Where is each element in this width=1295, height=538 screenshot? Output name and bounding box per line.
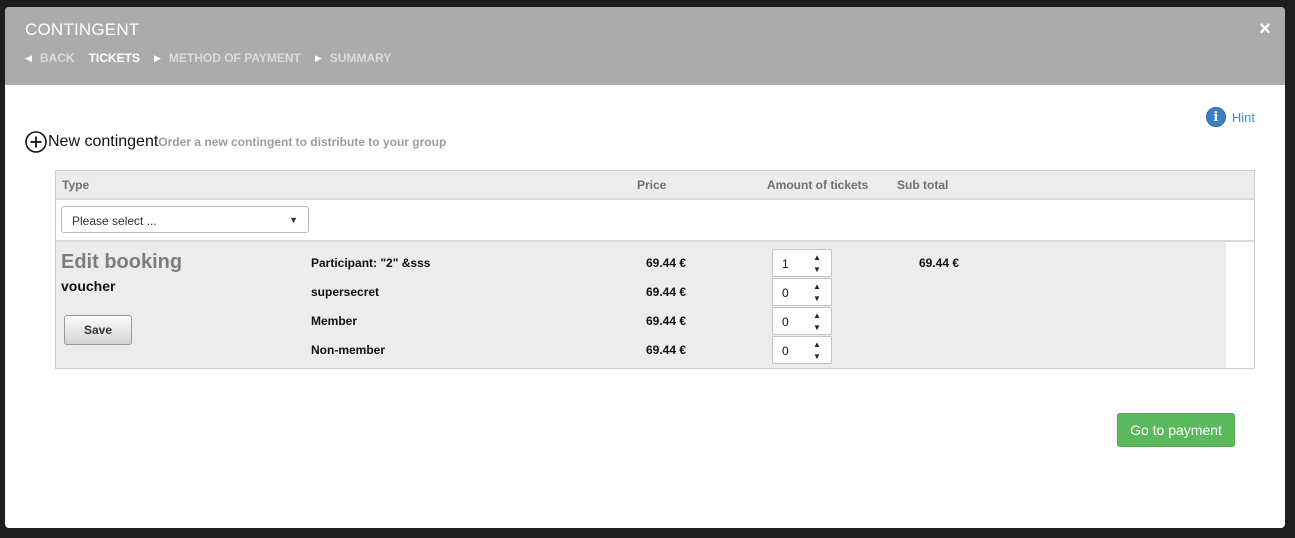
ticket-price: 69.44 € [646,285,687,299]
quantity-stepper[interactable]: 0 ▲ ▼ [772,307,832,335]
ticket-name: Non-member [311,343,386,357]
tickets-table: Type Price Amount of tickets Sub total P… [55,170,1255,369]
ticket-row: supersecret 69.44 € 0 ▲ ▼ [56,277,1226,306]
info-icon: i [1205,107,1226,127]
breadcrumb: ◀ BACK TICKETS ▶ METHOD OF PAYMENT ▶ SUM… [25,51,405,65]
new-contingent-title[interactable]: New contingent [48,133,158,151]
ticket-price: 69.44 € [646,343,687,357]
column-subtotal: Sub total [897,178,949,192]
table-header: Type Price Amount of tickets Sub total [56,171,1254,200]
type-select-value: Please select ... [72,214,157,228]
increment-icon[interactable]: ▲ [813,282,821,292]
stepper-arrows: ▲ ▼ [805,280,831,304]
plus-circle-icon[interactable] [25,131,47,153]
quantity-stepper[interactable]: 0 ▲ ▼ [772,336,832,364]
modal-title: CONTINGENT [25,20,140,39]
quantity-value[interactable]: 0 [782,344,789,358]
ticket-name: Participant: "2" &sss [311,256,431,270]
decrement-icon[interactable]: ▼ [813,265,821,275]
quantity-value[interactable]: 0 [782,315,789,329]
quantity-stepper[interactable]: 0 ▲ ▼ [772,278,832,306]
chevron-right-icon: ▶ [153,52,161,63]
hint-link[interactable]: i Hint [1205,107,1255,127]
close-icon[interactable]: × [1255,19,1275,39]
type-select[interactable]: Please select ... ▼ [61,206,309,233]
column-price: Price [637,178,667,192]
hint-label: Hint [1231,109,1255,125]
modal-header: CONTINGENT × ◀ BACK TICKETS ▶ METHOD OF … [5,7,1285,85]
ticket-row: Member 69.44 € 0 ▲ ▼ [56,306,1226,335]
chevron-right-icon: ▶ [314,52,322,63]
column-type: Type [62,178,90,192]
breadcrumb-method-of-payment[interactable]: METHOD OF PAYMENT [169,51,301,65]
edit-booking-area: Edit booking voucher Save Participant: "… [56,242,1226,368]
ticket-subtotal: 69.44 € [919,256,960,270]
increment-icon[interactable]: ▲ [813,311,821,321]
ticket-row: Non-member 69.44 € 0 ▲ ▼ [56,335,1226,364]
quantity-stepper[interactable]: 1 ▲ ▼ [772,249,832,277]
ticket-name: supersecret [311,285,380,299]
chevron-left-icon: ◀ [25,52,32,63]
type-select-row: Please select ... ▼ [56,200,1254,242]
new-contingent: New contingent Order a new contingent to… [25,131,446,153]
column-amount: Amount of tickets [767,178,869,192]
stepper-arrows: ▲ ▼ [805,309,831,333]
breadcrumb-tickets[interactable]: TICKETS [89,51,140,65]
decrement-icon[interactable]: ▼ [813,352,821,362]
increment-icon[interactable]: ▲ [813,340,821,350]
decrement-icon[interactable]: ▼ [813,294,821,304]
ticket-name: Member [311,314,358,328]
new-contingent-subtitle: Order a new contingent to distribute to … [158,135,447,149]
ticket-row: Participant: "2" &sss 69.44 € 1 ▲ ▼ 69.4… [56,248,1226,277]
breadcrumb-back[interactable]: BACK [40,51,75,65]
go-to-payment-button[interactable]: Go to payment [1117,413,1235,447]
stepper-arrows: ▲ ▼ [805,338,831,362]
contingent-modal: CONTINGENT × ◀ BACK TICKETS ▶ METHOD OF … [5,7,1285,528]
stepper-arrows: ▲ ▼ [805,251,831,275]
quantity-value[interactable]: 1 [782,257,789,271]
caret-down-icon: ▼ [289,215,298,225]
breadcrumb-summary[interactable]: SUMMARY [330,51,392,65]
decrement-icon[interactable]: ▼ [813,323,821,333]
quantity-value[interactable]: 0 [782,286,789,300]
increment-icon[interactable]: ▲ [813,253,821,263]
ticket-price: 69.44 € [646,256,687,270]
ticket-price: 69.44 € [646,314,687,328]
